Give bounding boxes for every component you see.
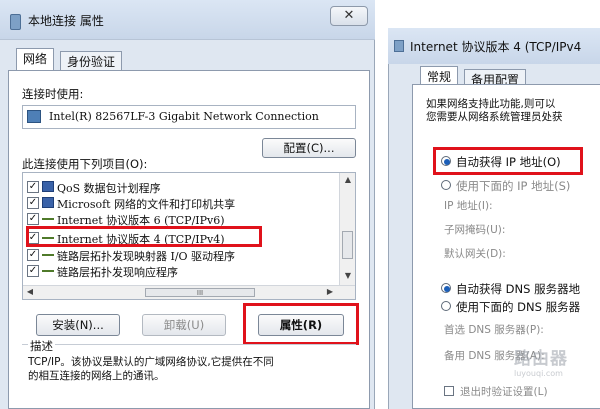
hscroll-thumb[interactable]: III — [145, 288, 255, 297]
list-item-label: 链路层拓扑发现映射器 I/O 驱动程序 — [57, 250, 236, 263]
list-item-label: QoS 数据包计划程序 — [57, 182, 161, 195]
uninstall-button[interactable]: 卸载(U) — [142, 314, 226, 336]
connect-using-label: 连接时使用: — [22, 87, 84, 101]
scroll-left-icon[interactable]: ◀ — [25, 287, 35, 296]
left-window-title: 本地连接 属性 — [28, 14, 104, 28]
items-label: 此连接使用下列项目(O): — [22, 157, 148, 171]
scroll-up-icon[interactable]: ▲ — [340, 175, 356, 184]
checkbox[interactable]: ✓ — [27, 197, 39, 209]
watermark-subtext: luyouqi.com — [514, 369, 563, 378]
watermark: 路由器 luyouqi.com — [514, 344, 568, 378]
right-window-title: Internet 协议版本 4 (TCP/IPv4 — [410, 40, 582, 54]
left-window-titlebar[interactable]: 本地连接 属性 ✕ — [0, 0, 375, 40]
highlight-auto-ip — [433, 147, 583, 175]
auto-dns-radio[interactable] — [441, 283, 451, 293]
install-button[interactable]: 安装(N)... — [36, 314, 120, 336]
highlight-ipv4-item — [26, 226, 262, 247]
highlight-properties-button — [243, 303, 359, 345]
network-adapter-icon — [27, 110, 41, 123]
list-item-ipv6[interactable]: ✓ Internet 协议版本 6 (TCP/IPv6) — [23, 211, 339, 227]
description-line-2: 的相互连接的网络上的通讯。 — [28, 370, 165, 382]
window-icon — [394, 40, 404, 52]
configure-button[interactable]: 配置(C)... — [262, 138, 356, 158]
validate-checkbox[interactable] — [444, 386, 454, 396]
scroll-thumb[interactable] — [342, 231, 353, 259]
watermark-text: 路由器 — [514, 349, 568, 369]
subnet-mask-label: 子网掩码(U): — [444, 224, 506, 236]
adapter-field: Intel(R) 82567LF-3 Gigabit Network Conne… — [22, 105, 356, 129]
list-item-label: 链路层拓扑发现响应程序 — [57, 266, 178, 279]
list-item-lltd-responder[interactable]: ✓ 链路层拓扑发现响应程序 — [23, 263, 339, 279]
checkbox[interactable]: ✓ — [27, 181, 39, 193]
list-item-label: Microsoft 网络的文件和打印机共享 — [57, 198, 236, 211]
manual-dns-radio[interactable] — [441, 301, 451, 311]
list-item-lltd-mapper[interactable]: ✓ 链路层拓扑发现映射器 I/O 驱动程序 — [23, 247, 339, 263]
manual-ip-radio[interactable] — [441, 180, 451, 190]
adapter-name: Intel(R) 82567LF-3 Gigabit Network Conne… — [49, 110, 319, 123]
tab-network[interactable]: 网络 — [16, 48, 55, 72]
list-item-qos[interactable]: ✓ QoS 数据包计划程序 — [23, 179, 339, 195]
network-connection-icon — [10, 14, 21, 30]
description-line-1: TCP/IP。该协议是默认的广域网络协议,它提供在不同 — [28, 356, 274, 368]
right-window-titlebar[interactable]: Internet 协议版本 4 (TCP/IPv4 — [388, 28, 600, 64]
list-item-file-printer-sharing[interactable]: ✓ Microsoft 网络的文件和打印机共享 — [23, 195, 339, 211]
validate-label[interactable]: 退出时验证设置(L) — [460, 384, 548, 399]
preferred-dns-label: 首选 DNS 服务器(P): — [444, 324, 544, 336]
info-text-line-2: 您需要从网络系统管理员处获 — [426, 111, 563, 123]
horizontal-scrollbar[interactable]: ◀ III ▶ — [23, 285, 355, 299]
scroll-right-icon[interactable]: ▶ — [325, 287, 335, 296]
manual-ip-label[interactable]: 使用下面的 IP 地址(S) — [456, 178, 570, 194]
ip-address-label: IP 地址(I): — [444, 200, 493, 212]
close-button[interactable]: ✕ — [330, 6, 368, 26]
protocol-icon — [42, 218, 54, 220]
network-service-icon — [42, 197, 54, 208]
manual-dns-label[interactable]: 使用下面的 DNS 服务器 — [456, 299, 580, 315]
network-service-icon — [42, 181, 54, 192]
checkbox[interactable]: ✓ — [27, 265, 39, 277]
vertical-scrollbar[interactable]: ▲ ▼ — [339, 173, 355, 285]
scroll-down-icon[interactable]: ▼ — [340, 271, 356, 280]
auto-dns-label[interactable]: 自动获得 DNS 服务器地 — [456, 281, 580, 297]
protocol-icon — [42, 254, 54, 256]
protocol-icon — [42, 270, 54, 272]
checkbox[interactable]: ✓ — [27, 249, 39, 261]
default-gateway-label: 默认网关(D): — [444, 248, 506, 260]
description-label: 描述 — [28, 338, 55, 354]
checkbox[interactable]: ✓ — [27, 213, 39, 225]
